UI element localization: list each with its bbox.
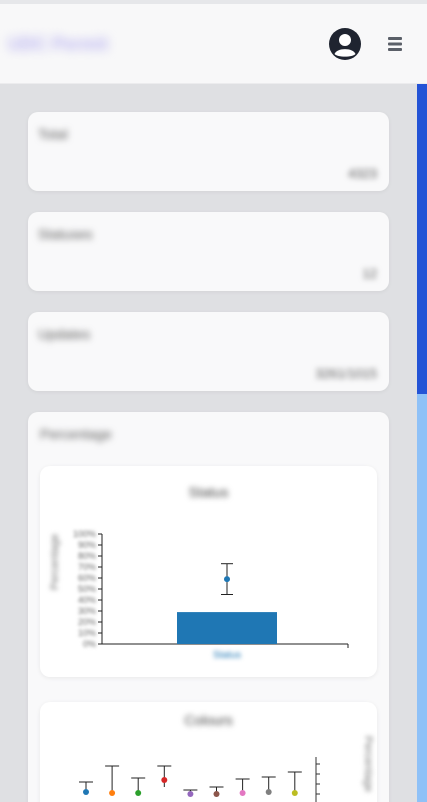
bar [177,612,277,644]
status-chart-card: Status Percentage 0% 10% 20% 30% 40% 50% 60% 70… [40,466,377,677]
y-tick-label: 90% [78,540,96,550]
navbar: UDC Permit [0,4,427,84]
data-point [161,777,168,783]
y-tick-label: 20% [78,617,96,627]
section-title: Percentage [40,426,112,442]
data-point [109,790,116,796]
data-point [291,790,298,796]
stat-title: Updates [38,326,91,342]
main-content[interactable]: Total 4323 Statuses 12 Updates 3261/1015… [0,84,417,802]
scrollbar-thumb[interactable] [417,84,427,394]
data-point [239,790,246,796]
y-tick-label: 30% [78,606,96,616]
stat-value: 12 [362,266,377,281]
colours-chart: Percentage [79,736,374,802]
stat-title: Total [38,126,68,142]
y-tick-label: 60% [78,573,96,583]
stat-title: Statuses [38,226,93,242]
stat-card-statuses: Statuses 12 [28,212,389,291]
data-point [224,576,230,583]
colours-chart-card: Colours Percentage [40,702,377,802]
y-tick-label: 40% [78,595,96,605]
stat-card-updates: Updates 3261/1015 [28,312,389,391]
stat-value: 3261/1015 [315,366,377,381]
y-axis-label: Percentage [362,736,374,792]
data-point [265,789,272,795]
y-tick-label: 80% [78,551,96,561]
user-circle-icon [329,28,361,60]
y-tick-label: 10% [78,628,96,638]
stat-card-total: Total 4323 [28,112,389,191]
status-chart: Percentage 0%10%20%30%40%50%60%70%80%90%… [49,529,349,661]
data-point [135,790,142,796]
x-tick-label: Status [213,650,241,661]
user-icon[interactable] [328,27,362,61]
brand-logo[interactable]: UDC Permit [8,34,134,56]
y-tick-label: 100% [73,529,96,539]
stat-value: 4323 [348,166,377,181]
data-point [83,789,89,795]
data-point [213,791,220,797]
y-axis-label: Percentage [49,534,61,590]
hamburger-menu-icon[interactable] [385,34,405,54]
y-tick-label: 70% [78,562,96,572]
y-tick-label: 50% [78,584,96,594]
percentage-section: Percentage Status Percentage 0% 10% 20% 30%… [28,412,389,802]
data-point [187,791,194,797]
y-tick-label: 0% [83,639,96,649]
